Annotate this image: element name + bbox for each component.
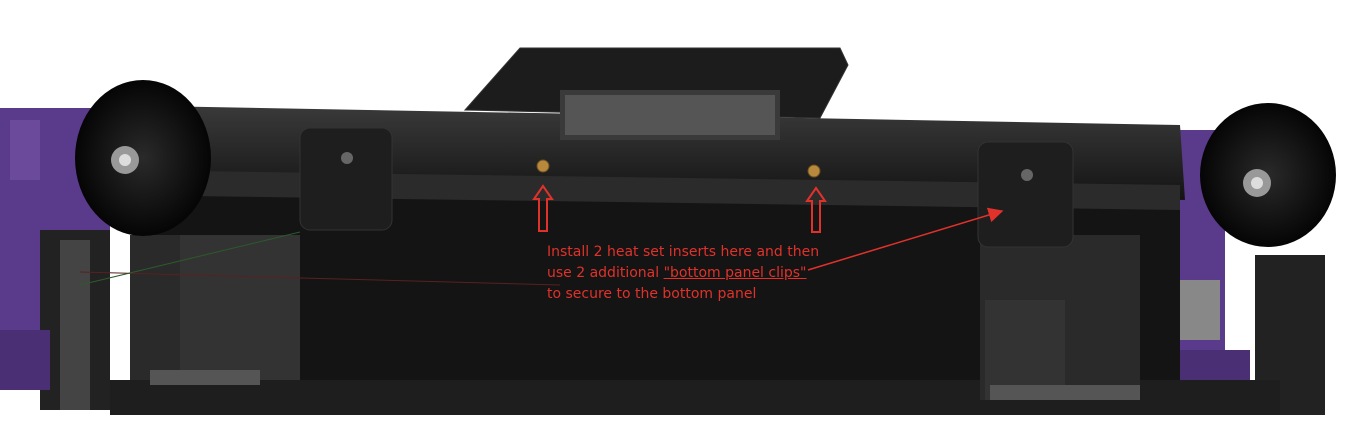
cad-render — [0, 47, 1336, 415]
heat-insert-right — [807, 164, 821, 178]
heat-insert-left — [536, 159, 550, 173]
left-wheel — [75, 80, 211, 236]
right-motor — [980, 235, 1140, 400]
left-motor — [130, 235, 300, 385]
left-clip-block — [299, 127, 393, 231]
right-wheel — [1200, 103, 1336, 247]
annotation-line-2: use 2 additional "bottom panel clips" — [547, 263, 819, 284]
annotation-line-1: Install 2 heat set inserts here and then — [547, 244, 820, 260]
annotation-note: Install 2 heat set inserts here and then… — [547, 242, 819, 305]
right-clip-block — [977, 141, 1074, 248]
annotation-line-3: to secure to the bottom panel — [547, 286, 757, 302]
annotation-line-2-prefix: use 2 additional — [547, 265, 664, 281]
bottom-panel-clips-link[interactable]: "bottom panel clips" — [664, 265, 807, 281]
